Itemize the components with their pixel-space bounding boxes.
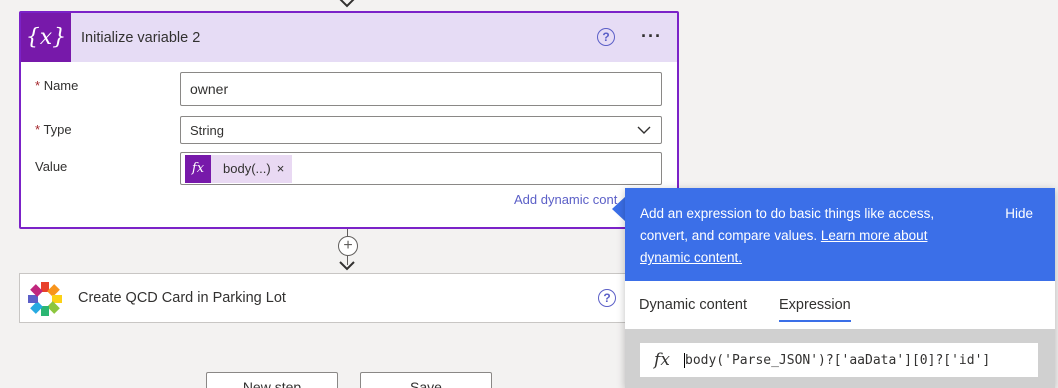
connector-arrow-top [339, 0, 355, 8]
flyout-info-banner: Add an expression to do basic things lik… [625, 188, 1055, 281]
add-dynamic-content-link[interactable]: Add dynamic cont [514, 192, 617, 207]
flyout-tabs: Dynamic content Expression [625, 281, 1055, 328]
flyout-pointer [612, 196, 626, 222]
name-input[interactable]: owner [180, 72, 662, 106]
required-mark: * [35, 78, 41, 93]
new-step-button[interactable]: New step [206, 372, 338, 388]
tab-dynamic-content[interactable]: Dynamic content [639, 281, 747, 328]
connector-logo-icon [28, 282, 62, 316]
value-input[interactable]: fx body(...) × [180, 152, 662, 185]
save-button[interactable]: Save [360, 372, 492, 388]
value-label-text: Value [35, 159, 68, 174]
flyout-description: Add an expression to do basic things lik… [640, 203, 980, 269]
more-options-icon[interactable]: ··· [641, 26, 662, 47]
name-input-value: owner [190, 81, 229, 97]
connector-arrow [339, 261, 355, 271]
card-title: Create QCD Card in Parking Lot [78, 290, 286, 306]
name-label: * Name [35, 78, 78, 93]
type-label: * Type [35, 122, 72, 137]
create-qcd-card-action[interactable]: Create QCD Card in Parking Lot ? [19, 273, 629, 323]
dynamic-content-flyout[interactable]: Add an expression to do basic things lik… [625, 188, 1055, 388]
card-header[interactable]: {x} Initialize variable 2 ? ··· [21, 13, 677, 62]
help-icon[interactable]: ? [597, 28, 615, 46]
expression-token[interactable]: fx body(...) × [185, 154, 293, 183]
name-label-text: Name [43, 78, 79, 93]
required-mark: * [35, 122, 41, 137]
learn-more-link-cont[interactable]: dynamic content. [640, 250, 742, 265]
tab-expression[interactable]: Expression [779, 281, 851, 328]
expression-input[interactable]: fx body('Parse_JSON')?['aaData'][0]?['id… [640, 343, 1038, 377]
hide-button[interactable]: Hide [1005, 203, 1033, 225]
remove-token-icon[interactable]: × [277, 161, 293, 176]
card-title: Initialize variable 2 [81, 29, 201, 46]
expression-text[interactable]: body('Parse_JSON')?['aaData'][0]?['id'] [684, 352, 990, 368]
type-label-text: Type [43, 122, 72, 137]
fx-icon: fx [185, 154, 211, 183]
insert-step-button[interactable]: + [338, 236, 358, 256]
value-label: Value [35, 159, 67, 174]
variable-icon: {x} [21, 13, 71, 62]
expression-editor-area: fx body('Parse_JSON')?['aaData'][0]?['id… [625, 329, 1055, 388]
type-dropdown-value: String [190, 122, 224, 138]
learn-more-link[interactable]: Learn more about [821, 228, 928, 243]
initialize-variable-card[interactable]: {x} Initialize variable 2 ? ··· * Name o… [19, 11, 679, 229]
chevron-down-icon [637, 126, 651, 134]
type-dropdown[interactable]: String [180, 116, 662, 144]
token-label: body(...) [223, 161, 271, 176]
help-icon[interactable]: ? [598, 289, 616, 307]
fx-icon: fx [654, 350, 670, 370]
